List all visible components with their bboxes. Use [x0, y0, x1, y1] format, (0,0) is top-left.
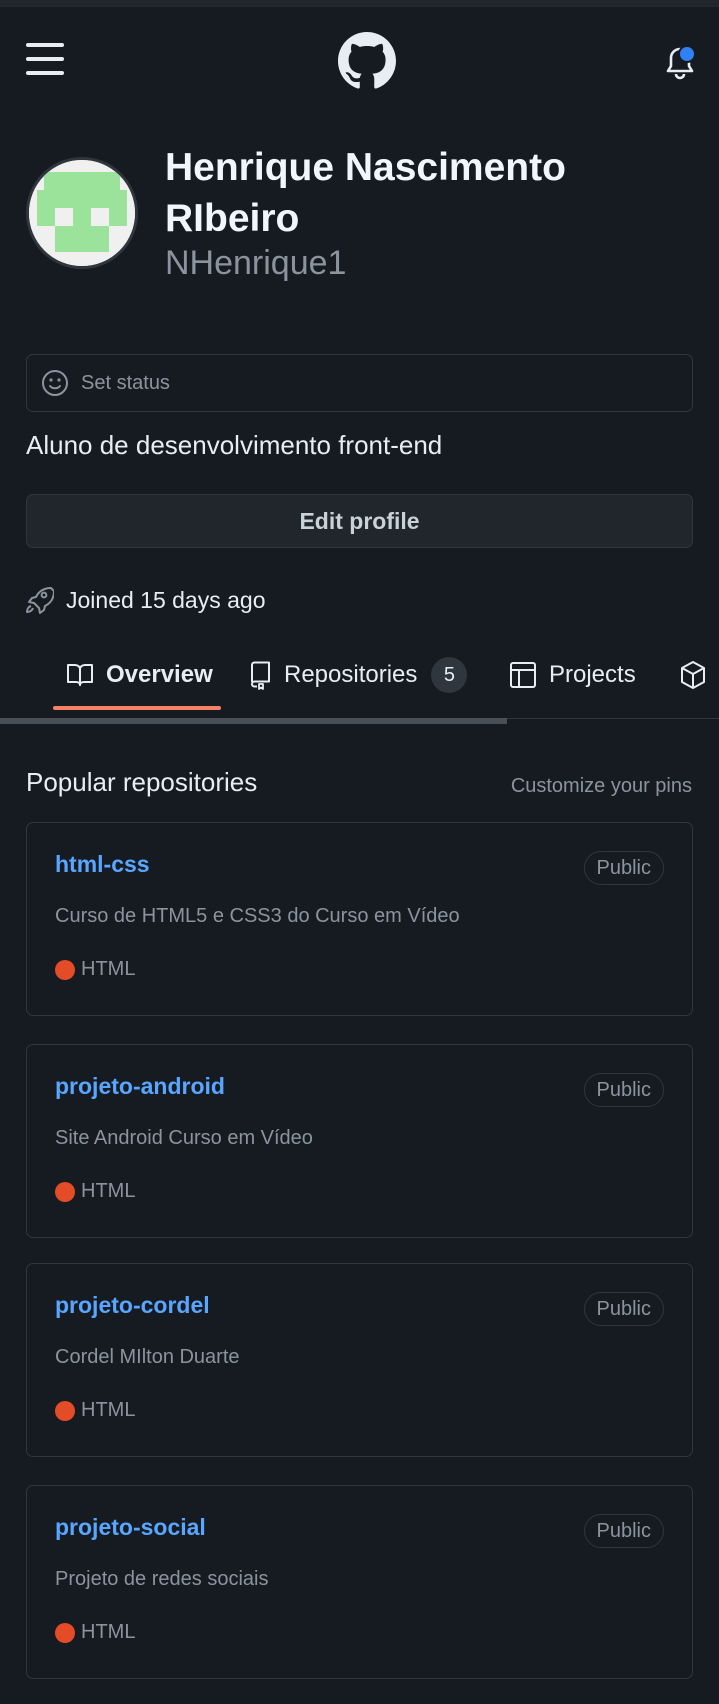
profile-name: Henrique Nascimento RIbeiro [165, 146, 566, 240]
repo-name-link[interactable]: html-css [55, 851, 150, 878]
repo-name-link[interactable]: projeto-social [55, 1514, 206, 1541]
language-label: HTML [81, 1399, 136, 1421]
smiley-icon [42, 370, 68, 396]
repo-language: HTML [55, 1621, 135, 1644]
tab-repositories[interactable]: Repositories 5 [248, 650, 468, 700]
avatar[interactable] [26, 157, 138, 269]
tab-repositories-label: Repositories [284, 661, 418, 688]
tabs-scrollbar[interactable] [0, 718, 507, 724]
tab-projects-label: Projects [549, 661, 636, 688]
tab-overview[interactable]: Overview [66, 650, 213, 700]
table-icon [510, 662, 536, 688]
repo-card: projeto-android Public Site Android Curs… [26, 1044, 693, 1238]
repo-card: projeto-cordel Public Cordel MIlton Duar… [26, 1263, 693, 1457]
language-label: HTML [81, 958, 136, 980]
repo-name-link[interactable]: projeto-android [55, 1073, 225, 1100]
set-status-label: Set status [81, 371, 170, 394]
language-color-dot [55, 1622, 75, 1643]
repo-icon [251, 661, 270, 690]
language-label: HTML [81, 1180, 136, 1202]
edit-profile-button[interactable]: Edit profile [26, 494, 693, 548]
popular-repositories-title: Popular repositories [26, 767, 258, 797]
repositories-count-badge: 5 [431, 657, 468, 693]
joined-info: Joined 15 days ago [24, 582, 266, 618]
rocket-icon [26, 587, 54, 614]
profile-tabs: Overview Repositories 5 Projects [0, 640, 719, 724]
book-icon [67, 664, 93, 686]
profile-login: NHenrique1 [165, 244, 347, 282]
profile-bio: Aluno de desenvolvimento front-end [26, 430, 443, 460]
language-color-dot [55, 1181, 75, 1202]
visibility-badge: Public [583, 1073, 664, 1107]
repo-description: Curso de HTML5 e CSS3 do Curso em Vídeo [55, 905, 460, 927]
repo-card: html-css Public Curso de HTML5 e CSS3 do… [26, 822, 693, 1016]
tab-projects[interactable]: Projects [509, 650, 636, 700]
active-tab-indicator [53, 706, 221, 710]
repo-language: HTML [55, 1399, 135, 1422]
repo-name-link[interactable]: projeto-cordel [55, 1292, 210, 1319]
visibility-badge: Public [583, 1292, 664, 1326]
language-color-dot [55, 959, 75, 980]
repo-language: HTML [55, 1180, 135, 1203]
repo-description: Projeto de redes sociais [55, 1568, 269, 1590]
visibility-badge: Public [583, 1514, 664, 1548]
joined-text: Joined 15 days ago [66, 586, 266, 613]
app-header [0, 7, 719, 117]
notification-indicator [678, 45, 696, 63]
set-status-button[interactable]: Set status [26, 354, 693, 412]
github-logo-icon[interactable] [338, 32, 396, 90]
visibility-badge: Public [583, 851, 664, 885]
tab-overview-label: Overview [106, 661, 213, 688]
language-color-dot [55, 1400, 75, 1421]
top-strip [0, 0, 719, 7]
repo-description: Cordel MIlton Duarte [55, 1346, 240, 1368]
repo-card: projeto-social Public Projeto de redes s… [26, 1485, 693, 1679]
repo-description: Site Android Curso em Vídeo [55, 1127, 313, 1149]
language-label: HTML [81, 1621, 136, 1643]
package-icon [681, 661, 705, 689]
hamburger-menu-icon[interactable] [26, 43, 64, 75]
tab-packages[interactable] [679, 650, 707, 700]
customize-pins-link[interactable]: Customize your pins [511, 775, 692, 798]
repo-language: HTML [55, 958, 135, 981]
